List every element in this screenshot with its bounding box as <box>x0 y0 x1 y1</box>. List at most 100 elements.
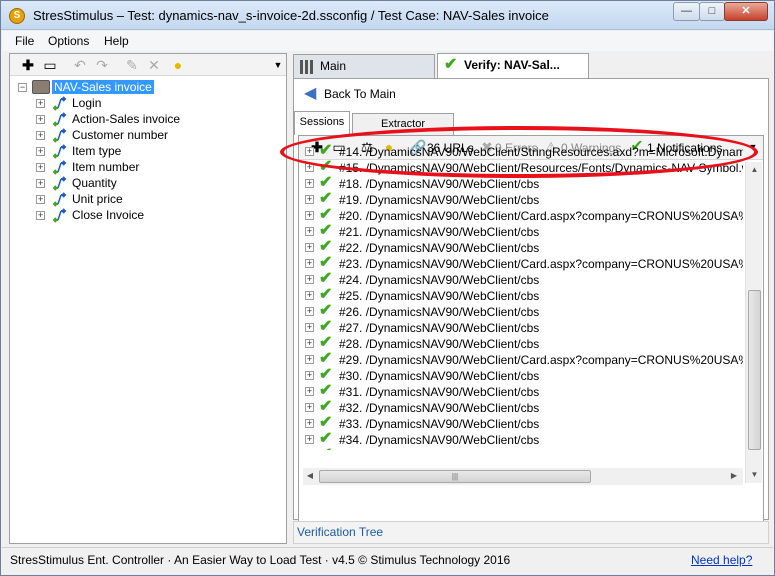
session-row[interactable]: + ✔ #29. /DynamicsNAV90/WebClient/Card.asp… <box>303 351 743 368</box>
verification-tree-bar[interactable]: Verification Tree <box>293 521 769 544</box>
expand-icon[interactable]: + <box>305 435 314 444</box>
expand-icon[interactable]: + <box>36 115 45 124</box>
session-url: #25. /DynamicsNAV90/WebClient/cbs <box>339 289 540 303</box>
vertical-scrollbar[interactable]: ▲ ▼ <box>745 162 762 483</box>
session-row[interactable]: + ✔ #23. /DynamicsNAV90/WebClient/Card.asp… <box>303 255 743 272</box>
main-tabs: Main ✔ Verify: NAV-Sal... <box>293 53 769 79</box>
expand-icon[interactable]: + <box>305 195 314 204</box>
tab-sessions[interactable]: Sessions <box>294 111 350 135</box>
horizontal-scroll-thumb[interactable]: ||| <box>319 470 591 483</box>
redo-icon[interactable]: ↷ <box>94 57 110 73</box>
session-row[interactable]: + ✔ #26. /DynamicsNAV90/WebClient/cbs <box>303 302 743 320</box>
session-row[interactable]: + ✔ #34. /DynamicsNAV90/WebClient/cbs <box>303 431 743 448</box>
horizontal-scrollbar[interactable]: ◀ ||| ▶ <box>303 468 743 485</box>
delete-icon[interactable]: ✕ <box>146 57 162 73</box>
session-row[interactable]: + ✔ #24. /DynamicsNAV90/WebClient/cbs <box>303 271 743 288</box>
back-to-main-button[interactable]: ◀ Back To Main <box>302 83 396 105</box>
check-icon: ✔ <box>319 318 333 335</box>
title-bar[interactable]: S StresStimulus – Test: dynamics-nav_s-i… <box>1 1 774 30</box>
session-row[interactable]: + ✔ #14. /DynamicsNAV90/WebClient/StringRe… <box>303 144 743 160</box>
expand-icon[interactable]: + <box>36 179 45 188</box>
scroll-up-icon[interactable]: ▲ <box>746 162 763 178</box>
session-row[interactable]: + ✔ #22. /DynamicsNAV90/WebClient/cbs <box>303 239 743 256</box>
session-row[interactable]: + ✔ #28. /DynamicsNAV90/WebClient/cbs <box>303 335 743 352</box>
session-row[interactable]: + ✔ #20. /DynamicsNAV90/WebClient/Card.asp… <box>303 206 743 224</box>
tree-item-label: Close Invoice <box>72 208 145 222</box>
vertical-scroll-thumb[interactable] <box>748 290 761 450</box>
session-row[interactable]: + ✔ #15. /DynamicsNAV90/WebClient/Resource… <box>303 159 743 176</box>
scroll-left-icon[interactable]: ◀ <box>303 468 317 484</box>
session-row[interactable]: + ✔ #32. /DynamicsNAV90/WebClient/cbs <box>303 399 743 416</box>
add-icon[interactable]: ✚ <box>20 57 36 73</box>
check-icon: ✔ <box>319 302 333 319</box>
check-icon: ✔ <box>319 206 333 223</box>
request-icon <box>52 176 67 191</box>
session-url: #31. /DynamicsNAV90/WebClient/cbs <box>339 385 540 399</box>
toolbar-overflow-icon[interactable]: ▼ <box>745 139 761 155</box>
expand-icon[interactable]: + <box>36 99 45 108</box>
expand-icon[interactable]: + <box>305 339 314 348</box>
check-icon: ✔ <box>319 286 333 303</box>
expand-icon[interactable]: + <box>36 211 45 220</box>
scroll-right-icon[interactable]: ▶ <box>727 468 741 484</box>
scroll-down-icon[interactable]: ▼ <box>746 467 763 483</box>
collapse-icon[interactable]: − <box>18 83 27 92</box>
expand-icon[interactable]: + <box>305 211 314 220</box>
minimize-button[interactable]: — <box>673 2 700 21</box>
back-arrow-icon: ◀ <box>304 85 317 102</box>
session-url: #19. /DynamicsNAV90/WebClient/cbs <box>339 193 540 207</box>
expand-icon[interactable]: + <box>305 291 314 300</box>
sessions-panel: ✚ ▭ ⚖ ● 🔗 36 URLs ✖ 0 Errors ⚠ 0 Warning… <box>298 135 764 523</box>
expand-icon[interactable]: + <box>305 275 314 284</box>
expand-icon[interactable]: + <box>305 323 314 332</box>
session-row[interactable]: + ✔ #19. /DynamicsNAV90/WebClient/cbs <box>303 191 743 208</box>
expand-icon[interactable]: + <box>305 163 314 172</box>
expand-icon[interactable]: + <box>305 307 314 316</box>
tab-verify[interactable]: ✔ Verify: NAV-Sal... <box>437 53 589 79</box>
expand-icon[interactable]: + <box>305 147 314 156</box>
toolbar-overflow-icon[interactable]: ▼ <box>270 57 286 73</box>
session-row[interactable]: + ✔ #18. /DynamicsNAV90/WebClient/cbs <box>303 174 743 192</box>
expand-icon[interactable]: + <box>305 419 314 428</box>
maximize-button[interactable]: □ <box>699 2 725 21</box>
expand-icon[interactable]: + <box>305 227 314 236</box>
session-row[interactable]: + ✔ #27. /DynamicsNAV90/WebClient/cbs <box>303 318 743 336</box>
session-row[interactable]: + ✔ #25. /DynamicsNAV90/WebClient/cbs <box>303 286 743 304</box>
expand-icon[interactable]: + <box>305 259 314 268</box>
expand-icon[interactable]: + <box>36 195 45 204</box>
expand-icon[interactable]: + <box>305 179 314 188</box>
session-row[interactable]: + ✔ #30. /DynamicsNAV90/WebClient/cbs <box>303 366 743 384</box>
menu-options[interactable]: Options <box>48 34 89 48</box>
undo-icon[interactable]: ↶ <box>72 57 88 73</box>
remove-icon[interactable]: ▭ <box>42 57 58 73</box>
session-row[interactable]: + ✔ #31. /DynamicsNAV90/WebClient/cbs <box>303 383 743 400</box>
menu-help[interactable]: Help <box>104 34 129 48</box>
session-row[interactable]: +✔#35. /DynamicsNAV90/WebClient/cbs <box>303 447 743 451</box>
expand-icon[interactable]: + <box>36 131 45 140</box>
lightbulb-icon[interactable]: ● <box>170 57 186 73</box>
verify-panel: Main ✔ Verify: NAV-Sal... ◀ Back To Main… <box>293 53 769 544</box>
need-help-link[interactable]: Need help? <box>691 553 752 567</box>
expand-icon[interactable]: + <box>305 403 314 412</box>
edit-icon[interactable]: ✎ <box>124 57 140 73</box>
session-row[interactable]: + ✔ #33. /DynamicsNAV90/WebClient/cbs <box>303 414 743 432</box>
tab-verify-label: Verify: NAV-Sal... <box>464 58 560 72</box>
tab-extractor-verification[interactable]: Extractor Verification <box>352 113 454 150</box>
session-row[interactable]: + ✔ #21. /DynamicsNAV90/WebClient/cbs <box>303 223 743 240</box>
menu-file[interactable]: File <box>15 34 34 48</box>
expand-icon[interactable]: + <box>36 147 45 156</box>
tree-item-label: Action-Sales invoice <box>72 112 181 126</box>
check-icon: ✔ <box>319 414 333 431</box>
close-button[interactable]: ✕ <box>724 2 768 21</box>
check-icon: ✔ <box>319 447 337 451</box>
session-url: #21. /DynamicsNAV90/WebClient/cbs <box>339 225 540 239</box>
session-list: + ✔ #14. /DynamicsNAV90/WebClient/StringRe… <box>303 144 743 450</box>
expand-icon[interactable]: + <box>305 371 314 380</box>
expand-icon[interactable]: + <box>305 355 314 364</box>
check-icon: ✔ <box>319 174 333 191</box>
check-icon: ✔ <box>319 366 333 383</box>
expand-icon[interactable]: + <box>305 387 314 396</box>
tab-main[interactable]: Main <box>293 54 435 78</box>
expand-icon[interactable]: + <box>36 163 45 172</box>
expand-icon[interactable]: + <box>305 243 314 252</box>
